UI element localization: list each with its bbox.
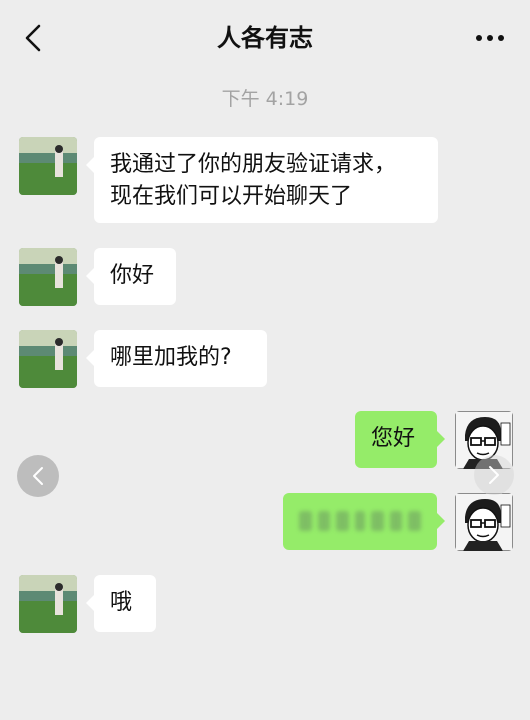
message-text: 你好: [110, 263, 155, 288]
ellipsis-icon: [476, 35, 504, 41]
message-bubble-outgoing[interactable]: [283, 493, 445, 550]
self-avatar[interactable]: [455, 493, 513, 551]
landscape-photo-icon: [19, 137, 77, 195]
message-bubble-incoming[interactable]: 哪里加我的?: [86, 330, 267, 387]
redacted-text: [299, 505, 421, 537]
previous-button[interactable]: [17, 455, 59, 497]
landscape-photo-icon: [19, 575, 77, 633]
next-button[interactable]: [474, 455, 514, 495]
chevron-right-icon: [489, 466, 499, 484]
message-bubble-incoming[interactable]: 哦: [86, 575, 156, 632]
message-bubble-outgoing[interactable]: 您好: [355, 411, 445, 468]
contact-avatar[interactable]: [19, 137, 77, 195]
chevron-left-icon: [33, 467, 43, 485]
message-bubble-incoming[interactable]: 你好: [86, 248, 176, 305]
message-text-line: 我通过了你的朋友验证请求，: [110, 152, 397, 177]
contact-avatar[interactable]: [19, 248, 77, 306]
message-bubble-incoming[interactable]: 我通过了你的朋友验证请求， 现在我们可以开始聊天了: [86, 137, 438, 223]
chat-header: 人各有志: [0, 0, 530, 76]
cartoon-face-icon: [455, 493, 513, 551]
message-text: 哦: [110, 590, 133, 615]
landscape-photo-icon: [19, 248, 77, 306]
chat-title: 人各有志: [217, 24, 313, 52]
more-button[interactable]: [472, 26, 508, 50]
message-text-line: 现在我们可以开始聊天了: [110, 184, 353, 209]
contact-avatar[interactable]: [19, 330, 77, 388]
message-timestamp: 下午 4:19: [221, 88, 309, 110]
contact-avatar[interactable]: [19, 575, 77, 633]
landscape-photo-icon: [19, 330, 77, 388]
message-text: 您好: [371, 426, 416, 451]
message-text: 哪里加我的?: [110, 345, 232, 370]
